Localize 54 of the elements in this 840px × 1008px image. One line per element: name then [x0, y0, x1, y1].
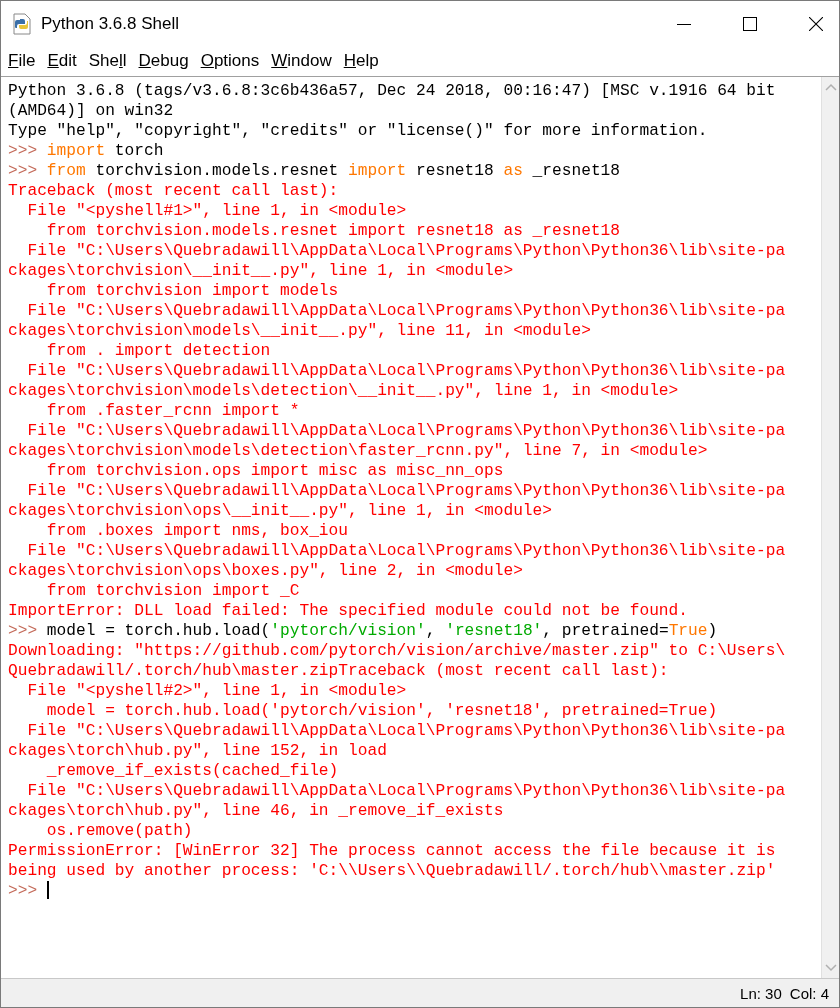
- shell-line: Type "help", "copyright", "credits" or "license()" for more information.: [8, 121, 708, 141]
- shell-line: File "C:\Users\Quebradawill\AppData\Local\Programs\Python\Python36\lib\site-pa: [26, 541, 786, 561]
- window-title: Python 3.6.8 Shell: [41, 13, 179, 34]
- shell-line: from . import detection: [45, 341, 271, 361]
- shell-line: ImportError: DLL load failed: The specified module could not be found.: [8, 601, 688, 621]
- shell-line: (AMD64)] on win32: [8, 101, 174, 121]
- shell-line: File "C:\Users\Quebradawill\AppData\Local\Programs\Python\Python36\lib\site-pa: [26, 241, 786, 261]
- shell-line: >>> from torchvision.models.resnet import resnet18 as _resnet18: [8, 161, 621, 181]
- shell-line: File "C:\Users\Quebradawill\AppData\Local\Programs\Python\Python36\lib\site-pa: [26, 481, 786, 501]
- shell-line: ckages\torchvision\models\detection\__init__.py", line 1, in <module>: [8, 381, 679, 401]
- menu-item[interactable]: Shell: [88, 51, 127, 71]
- shell-line: File "C:\Users\Quebradawill\AppData\Local\Programs\Python\Python36\lib\site-pa: [26, 301, 786, 321]
- shell-line: from torchvision.models.resnet import resnet18 as _resnet18: [45, 221, 620, 241]
- shell-line: File "C:\Users\Quebradawill\AppData\Local\Programs\Python\Python36\lib\site-pa: [26, 361, 786, 381]
- menu-item[interactable]: File: [8, 51, 36, 71]
- shell-line: being used by another process: 'C:\\Users\\Quebradawill/.torch/hub\\master.zip': [8, 861, 776, 881]
- shell-line: model = torch.hub.load('pytorch/vision', 'resnet18', pretrained=True): [45, 701, 718, 721]
- shell-line: _remove_if_exists(cached_file): [45, 761, 339, 781]
- close-icon[interactable]: [809, 16, 823, 31]
- shell-line: >>> model = torch.hub.load('pytorch/vision', 'resnet18', pretrained=True): [8, 621, 718, 641]
- shell-line: from torchvision.ops import misc as misc_nn_ops: [45, 461, 504, 481]
- shell-line: File "C:\Users\Quebradawill\AppData\Local\Programs\Python\Python36\lib\site-pa: [26, 721, 786, 741]
- menu-item[interactable]: Help: [343, 51, 379, 71]
- shell-line: >>>: [8, 881, 49, 901]
- shell-line: Downloading: "https://github.com/pytorch/vision/archive/master.zip" to C:\Users\: [8, 641, 786, 661]
- shell-line: File "<pyshell#2>", line 1, in <module>: [26, 681, 407, 701]
- shell-line: ckages\torch\hub.py", line 152, in load: [8, 741, 387, 761]
- shell-line: Traceback (most recent call last):: [8, 181, 339, 201]
- shell-line: from .boxes import nms, box_iou: [45, 521, 348, 541]
- shell-line: ckages\torch\hub.py", line 46, in _remove_if_exists: [8, 801, 504, 821]
- maximize-icon[interactable]: [743, 16, 757, 31]
- shell-line: File "C:\Users\Quebradawill\AppData\Local\Programs\Python\Python36\lib\site-pa: [26, 421, 786, 441]
- shell-line: os.remove(path): [45, 821, 193, 841]
- menu-item[interactable]: Options: [200, 51, 260, 71]
- column-number: Col: 4: [789, 984, 829, 1002]
- shell-line: ckages\torchvision\ops\boxes.py", line 2, in <module>: [8, 561, 523, 581]
- shell-line: PermissionError: [WinError 32] The process cannot access the file because it is: [8, 841, 776, 861]
- menu-item[interactable]: Edit: [47, 51, 77, 71]
- shell-line: Quebradawill/.torch/hub\master.zipTraceback (most recent call last):: [8, 661, 669, 681]
- shell-line: ckages\torchvision\ops\__init__.py", line 1, in <module>: [8, 501, 552, 521]
- shell-line: File "<pyshell#1>", line 1, in <module>: [26, 201, 407, 221]
- python-file-icon: [12, 12, 32, 35]
- menu-item[interactable]: Debug: [138, 51, 189, 71]
- shell-line: >>> import torch: [8, 141, 164, 161]
- shell-line: Python 3.6.8 (tags/v3.6.8:3c6b436a57, Dec 24 2018, 00:16:47) [MSC v.1916 64 bit: [8, 81, 776, 101]
- shell-line: File "C:\Users\Quebradawill\AppData\Local\Programs\Python\Python36\lib\site-pa: [26, 781, 786, 801]
- shell-line: ckages\torchvision\models\detection\faster_rcnn.py", line 7, in <module>: [8, 441, 708, 461]
- shell-line: from torchvision import models: [45, 281, 339, 301]
- shell-line: ckages\torchvision\models\__init__.py", line 11, in <module>: [8, 321, 591, 341]
- menu-item[interactable]: Window: [271, 51, 332, 71]
- shell-line: from .faster_rcnn import *: [45, 401, 300, 421]
- shell-line: from torchvision import _C: [45, 581, 300, 601]
- line-number: Ln: 30: [740, 984, 782, 1002]
- shell-line: ckages\torchvision\__init__.py", line 1, in <module>: [8, 261, 514, 281]
